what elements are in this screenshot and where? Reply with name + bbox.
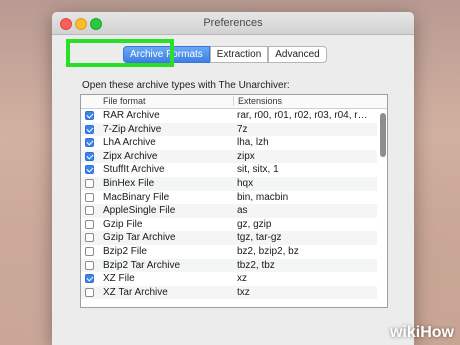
format-extensions: gz, gzip (237, 218, 272, 230)
table-row[interactable]: BinHex File hqx (81, 176, 377, 191)
format-checkbox[interactable] (85, 219, 94, 229)
table-rows: RAR Archive rar, r00, r01, r02, r03, r04,… (81, 109, 377, 300)
format-checkbox[interactable] (85, 111, 94, 120)
format-name: RAR Archive (103, 110, 160, 121)
format-name: LhA Archive (103, 137, 156, 149)
window-title: Preferences (203, 17, 263, 29)
format-checkbox[interactable] (85, 124, 94, 134)
table-row[interactable]: Gzip Tar Archive tgz, tar-gz (81, 231, 377, 245)
format-name: Gzip Tar Archive (103, 232, 176, 244)
table-row[interactable]: LhA Archive lha, lzh (81, 136, 377, 150)
format-name: XZ Tar Archive (103, 286, 168, 298)
vertical-scrollbar[interactable] (380, 113, 386, 157)
table-row[interactable]: XZ File xz (81, 272, 377, 286)
table-row[interactable]: Bzip2 Tar Archive tbz2, tbz (81, 258, 377, 273)
format-checkbox[interactable] (85, 260, 94, 270)
column-header-file-format[interactable]: File format (103, 96, 146, 106)
format-name: Gzip File (103, 218, 143, 230)
format-extensions: rar, r00, r01, r02, r03, r04, r… (237, 110, 368, 121)
preferences-tabs: Archive Formats Extraction Advanced (123, 46, 327, 63)
table-row[interactable]: AppleSingle File as (81, 204, 377, 218)
table-row[interactable]: Gzip File gz, gzip (81, 218, 377, 232)
format-extensions: 7z (237, 123, 248, 135)
format-checkbox[interactable] (85, 178, 94, 188)
tab-extraction[interactable]: Extraction (209, 46, 269, 63)
table-header: File format Extensions (81, 95, 387, 109)
format-checkbox[interactable] (85, 138, 94, 148)
table-row[interactable]: XZ Tar Archive txz (81, 285, 377, 300)
format-extensions: bz2, bzip2, bz (237, 245, 299, 257)
wikihow-watermark: wikiHow (389, 324, 454, 341)
format-checkbox[interactable] (85, 165, 94, 175)
format-extensions: bin, macbin (237, 191, 289, 203)
format-name: Zipx Archive (103, 150, 158, 162)
format-extensions: lha, lzh (237, 137, 269, 149)
format-checkbox[interactable] (85, 246, 94, 256)
tab-archive-formats[interactable]: Archive Formats (123, 46, 210, 63)
format-extensions: as (237, 205, 248, 217)
format-checkbox[interactable] (85, 287, 94, 297)
format-name: AppleSingle File (103, 205, 176, 217)
format-checkbox[interactable] (85, 192, 94, 202)
format-name: StuffIt Archive (103, 164, 165, 176)
format-name: BinHex File (103, 177, 155, 189)
format-name: MacBinary File (103, 191, 170, 203)
archive-formats-table[interactable]: File format Extensions RAR Archive rar, r… (80, 94, 388, 308)
format-extensions: hqx (237, 177, 254, 189)
format-extensions: sit, sitx, 1 (237, 164, 279, 176)
table-row[interactable]: StuffIt Archive sit, sitx, 1 (81, 163, 377, 177)
format-name: Bzip2 Tar Archive (103, 259, 181, 271)
table-row[interactable]: RAR Archive rar, r00, r01, r02, r03, r04,… (81, 109, 377, 123)
format-extensions: txz (237, 286, 250, 298)
description-label: Open these archive types with The Unarch… (82, 80, 290, 91)
table-row[interactable]: 7-Zip Archive 7z (81, 122, 377, 137)
format-extensions: zipx (237, 150, 255, 162)
format-checkbox[interactable] (85, 206, 94, 216)
format-checkbox[interactable] (85, 233, 94, 243)
format-checkbox[interactable] (85, 274, 94, 284)
table-row[interactable]: Bzip2 File bz2, bzip2, bz (81, 245, 377, 259)
column-header-extensions[interactable]: Extensions (233, 96, 282, 106)
format-name: 7-Zip Archive (103, 123, 162, 135)
tab-advanced[interactable]: Advanced (268, 46, 327, 63)
format-name: XZ File (103, 273, 135, 285)
format-checkbox[interactable] (85, 151, 94, 161)
table-row[interactable]: MacBinary File bin, macbin (81, 191, 377, 205)
title-bar: Preferences (52, 12, 414, 35)
format-extensions: tbz2, tbz (237, 259, 275, 271)
format-extensions: tgz, tar-gz (237, 232, 282, 244)
table-row[interactable]: Zipx Archive zipx (81, 149, 377, 164)
preferences-window: Preferences Archive Formats Extraction A… (52, 12, 414, 345)
format-name: Bzip2 File (103, 245, 147, 257)
format-extensions: xz (237, 273, 247, 285)
